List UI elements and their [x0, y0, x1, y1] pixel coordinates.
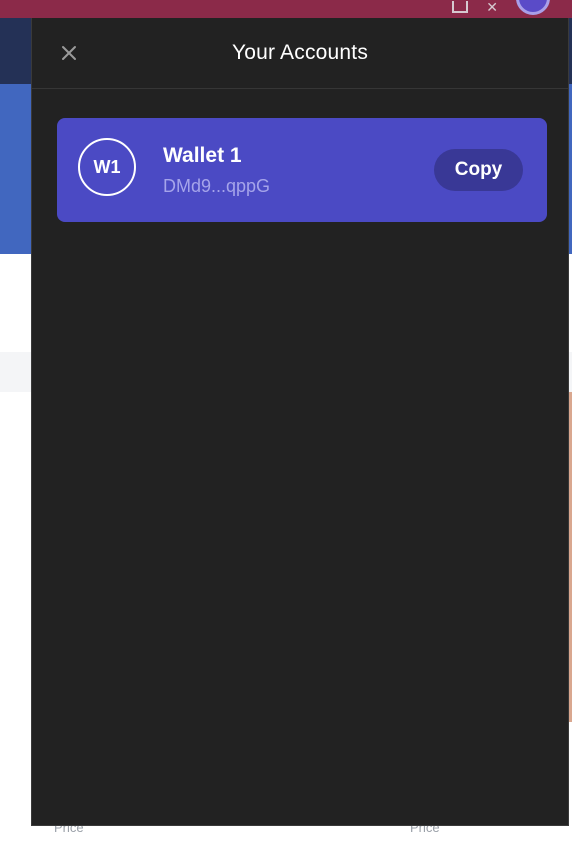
profile-avatar-icon[interactable] [516, 0, 550, 15]
close-icon [62, 46, 76, 60]
close-tab-icon[interactable]: ✕ [486, 0, 498, 14]
accounts-panel: Your Accounts W1 Wallet 1 DMd9...qppG Co… [31, 18, 569, 826]
panel-title: Your Accounts [231, 41, 369, 64]
account-address: DMd9...qppG [163, 176, 271, 196]
close-button[interactable] [56, 40, 82, 66]
panel-header: Your Accounts [32, 18, 568, 89]
account-avatar: W1 [78, 138, 136, 196]
browser-toolbar: ✕ [0, 0, 572, 18]
account-card-wallet-1[interactable]: W1 Wallet 1 DMd9...qppG Copy [57, 118, 547, 222]
extension-icon[interactable] [452, 1, 469, 13]
copy-address-button[interactable]: Copy [434, 149, 523, 191]
browser-toolbar-icons: ✕ [452, 0, 550, 15]
account-name: Wallet 1 [163, 144, 242, 167]
